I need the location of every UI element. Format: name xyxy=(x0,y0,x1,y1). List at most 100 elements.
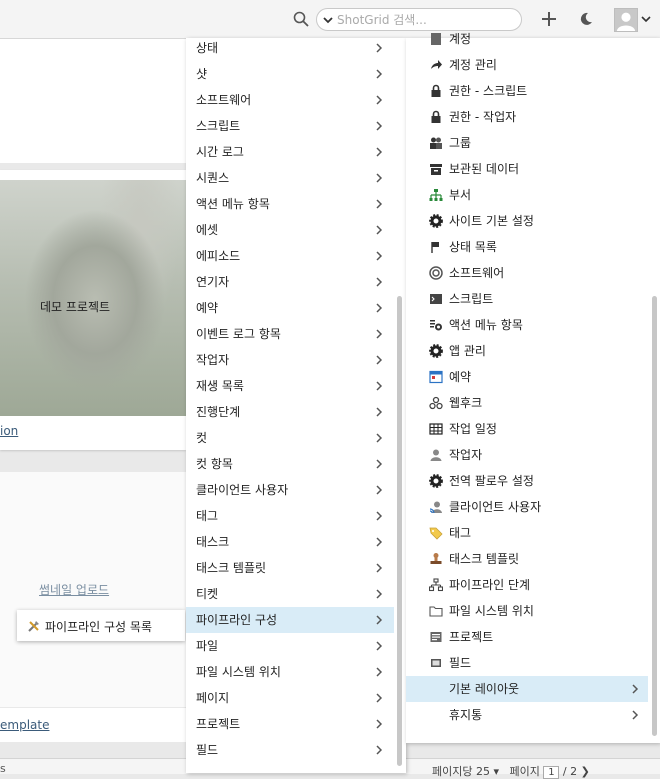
admin-menu-item[interactable]: 상태 목록 xyxy=(406,234,648,260)
chevron-right-icon xyxy=(376,225,383,235)
entity-menu-item[interactable]: 에셋 xyxy=(186,217,394,243)
admin-menu-item[interactable]: 계정 관리 xyxy=(406,52,648,78)
entity-menu-item[interactable]: 진행단계 xyxy=(186,399,394,425)
admin-menu-item[interactable]: 태그 xyxy=(406,520,648,546)
admin-menu-item[interactable]: 보관된 데이터 xyxy=(406,156,648,182)
admin-menu-item[interactable]: 전역 팔로우 설정 xyxy=(406,468,648,494)
admin-menu-item[interactable]: 예약 xyxy=(406,364,648,390)
entity-menu-item[interactable]: 상태 xyxy=(186,35,394,61)
entity-menu-item[interactable]: 스크립트 xyxy=(186,113,394,139)
admin-menu-item[interactable]: 앱 관리 xyxy=(406,338,648,364)
entity-menu-item[interactable]: 태스크 템플릿 xyxy=(186,555,394,581)
admin-menu-item[interactable]: 사이트 기본 설정 xyxy=(406,208,648,234)
template-link[interactable]: emplate xyxy=(0,718,49,732)
project-icon xyxy=(430,632,442,642)
scrollbar[interactable] xyxy=(397,296,402,766)
entity-menu-item-label: 에셋 xyxy=(196,223,219,237)
entity-menu-item[interactable]: 액션 메뉴 항목 xyxy=(186,191,394,217)
entity-menu-item-label: 샷 xyxy=(196,67,208,81)
entity-menu-item[interactable]: 시간 로그 xyxy=(186,139,394,165)
admin-menu-item[interactable]: 소프트웨어 xyxy=(406,260,648,286)
admin-menu-item[interactable]: 권한 - 스크립트 xyxy=(406,78,648,104)
admin-menu-item[interactable]: 권한 - 작업자 xyxy=(406,104,648,130)
per-page-select[interactable]: 페이지당 25 xyxy=(432,765,490,778)
admin-menu-item[interactable]: 파이프라인 단계 xyxy=(406,572,648,598)
entity-menu-item[interactable]: 컷 항목 xyxy=(186,451,394,477)
admin-menu-item[interactable]: 태스크 템플릿 xyxy=(406,546,648,572)
entity-menu-item[interactable]: 시퀀스 xyxy=(186,165,394,191)
admin-menu-item[interactable]: 파일 시스템 위치 xyxy=(406,598,648,624)
admin-menu-item-label: 웹후크 xyxy=(449,396,483,410)
person-icon xyxy=(430,449,442,461)
pagination: 페이지당 25 ▾ 페이지 1 / 2 ❯ xyxy=(432,765,590,779)
chevron-right-icon xyxy=(376,69,383,79)
admin-menu-item[interactable]: 작업자 xyxy=(406,442,648,468)
project-thumbnail[interactable]: 데모 프로젝트 xyxy=(0,180,186,416)
chevron-right-icon xyxy=(376,459,383,469)
entity-menu-item[interactable]: 예약 xyxy=(186,295,394,321)
admin-menu-item[interactable]: 프로젝트 xyxy=(406,624,648,650)
entity-menu-item[interactable]: 파이프라인 구성 xyxy=(186,607,394,633)
chevron-right-icon xyxy=(376,329,383,339)
chevron-right-icon xyxy=(632,684,639,694)
upload-thumbnail-link[interactable]: 썸네일 업로드 xyxy=(39,581,109,598)
admin-menu-item[interactable]: 계정 xyxy=(406,26,648,52)
page-input[interactable]: 1 xyxy=(543,765,560,779)
chevron-down-icon[interactable] xyxy=(322,14,334,26)
entity-menu-item[interactable]: 티켓 xyxy=(186,581,394,607)
disc-icon xyxy=(429,266,443,280)
scrollbar[interactable] xyxy=(652,296,657,736)
admin-menu-item-label: 휴지통 xyxy=(449,708,483,722)
admin-menu-item[interactable]: 작업 일정 xyxy=(406,416,648,442)
admin-menu-item[interactable]: 기본 레이아웃 xyxy=(406,676,648,702)
pipeline-config-list-item[interactable]: 파이프라인 구성 목록 xyxy=(27,617,152,635)
admin-menu-item-label: 파일 시스템 위치 xyxy=(449,604,534,618)
entity-menu-item[interactable]: 컷 xyxy=(186,425,394,451)
page-total: / 2 xyxy=(562,765,578,778)
project-card[interactable]: 데모 프로젝트 ion xyxy=(0,170,186,450)
admin-menu-item[interactable]: 웹후크 xyxy=(406,390,648,416)
entity-menu-item[interactable]: 태스크 xyxy=(186,529,394,555)
entity-menu-item[interactable]: 작업자 xyxy=(186,347,394,373)
hierarchy-icon xyxy=(429,578,443,592)
chevron-right-icon xyxy=(376,381,383,391)
admin-menu-item[interactable]: 클라이언트 사용자 xyxy=(406,494,648,520)
entity-menu-item[interactable]: 연기자 xyxy=(186,269,394,295)
chevron-right-icon xyxy=(376,43,383,53)
search-icon[interactable] xyxy=(293,11,309,27)
project-link[interactable]: ion xyxy=(0,424,18,438)
entity-menu-item[interactable]: 이벤트 로그 항목 xyxy=(186,321,394,347)
entity-menu-item[interactable]: 페이지 xyxy=(186,685,394,711)
entity-menu-item[interactable]: 파일 xyxy=(186,633,394,659)
admin-menu-item-label: 계정 관리 xyxy=(449,58,497,72)
admin-menu-item[interactable]: 부서 xyxy=(406,182,648,208)
chevron-down-icon[interactable] xyxy=(641,15,651,23)
entity-menu-item[interactable]: 샷 xyxy=(186,61,394,87)
entity-menu-item[interactable]: 파일 시스템 위치 xyxy=(186,659,394,685)
admin-menu-item[interactable]: 그룹 xyxy=(406,130,648,156)
chevron-right-icon xyxy=(632,710,639,720)
next-page-icon[interactable]: ❯ xyxy=(581,765,590,778)
entity-menu-item-label: 태그 xyxy=(196,509,219,523)
chevron-right-icon xyxy=(376,667,383,677)
admin-menu-item[interactable]: 액션 메뉴 항목 xyxy=(406,312,648,338)
gear-icon xyxy=(429,214,443,228)
admin-menu-item[interactable]: 휴지통 xyxy=(406,702,648,728)
entity-menu-item[interactable]: 소프트웨어 xyxy=(186,87,394,113)
dark-mode-icon[interactable] xyxy=(578,11,594,27)
entity-menu-item[interactable]: 프로젝트 xyxy=(186,711,394,737)
menu-gear-icon xyxy=(430,320,442,331)
entity-menu-item[interactable]: 필드 xyxy=(186,737,394,763)
entity-menu-item[interactable]: 재생 목록 xyxy=(186,373,394,399)
archive-icon xyxy=(430,164,442,175)
entity-menu-item[interactable]: 태그 xyxy=(186,503,394,529)
entity-menu-item-label: 스크립트 xyxy=(196,119,241,133)
tag-icon xyxy=(429,527,443,540)
admin-menu-item[interactable]: 스크립트 xyxy=(406,286,648,312)
stamp-icon xyxy=(430,553,442,564)
admin-menu-item[interactable]: 필드 xyxy=(406,650,648,676)
gear-icon xyxy=(429,474,443,488)
entity-menu-item[interactable]: 에피소드 xyxy=(186,243,394,269)
entity-menu-item[interactable]: 클라이언트 사용자 xyxy=(186,477,394,503)
entity-menu-item-label: 소프트웨어 xyxy=(196,93,252,107)
